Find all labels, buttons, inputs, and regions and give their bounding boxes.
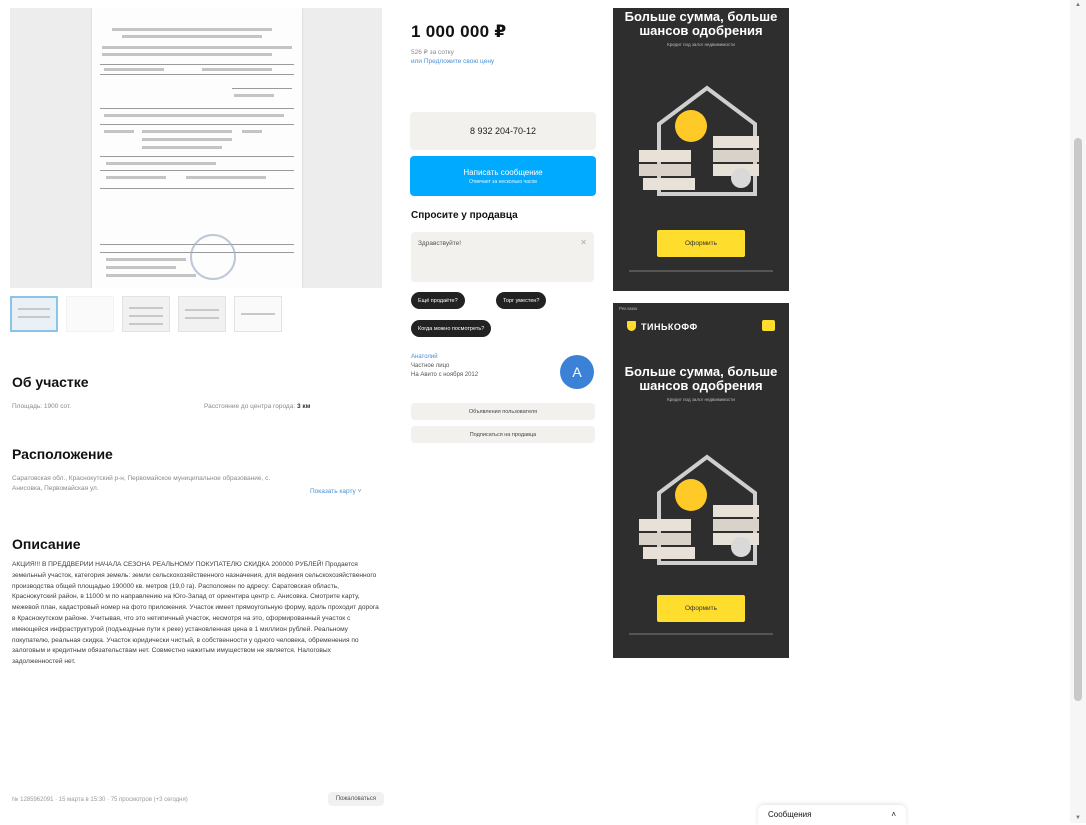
thumbnail[interactable]: [234, 296, 282, 332]
ad-banner[interactable]: Больше сумма, больше шансов одобрения Кр…: [613, 8, 789, 291]
badge-icon: [762, 320, 775, 331]
description-text: АКЦИЯ!!! В ПРЕДДВЕРИИ НАЧАЛА СЕЗОНА РЕАЛ…: [12, 561, 379, 666]
write-message-button[interactable]: Написать сообщение Отвечает за несколько…: [410, 156, 596, 196]
scroll-up-icon[interactable]: ▲: [1070, 2, 1086, 8]
thumbnail[interactable]: [122, 296, 170, 332]
ask-seller-input[interactable]: Здравствуйте! ✕: [411, 232, 594, 282]
photo-thumbnails: [10, 296, 282, 332]
about-section-title: Об участке: [12, 374, 89, 390]
seller-name-link[interactable]: Анатолий: [411, 354, 438, 360]
show-phone-button[interactable]: 8 932 204-70-12: [410, 112, 596, 150]
ad-headline: Больше сумма, больше шансов одобрения Кр…: [613, 365, 789, 403]
seller-type: Частное лицо: [411, 363, 450, 369]
ad-headline: Больше сумма, больше шансов одобрения Кр…: [613, 10, 789, 48]
tinkoff-shield-icon: [627, 321, 636, 331]
chevron-down-icon: ˅: [355, 488, 362, 495]
photo-gallery-main[interactable]: [10, 8, 382, 288]
address-text: Саратовская обл., Краснокутский р-н, Пер…: [12, 475, 271, 492]
subscribe-seller-button[interactable]: Подписаться на продавца: [411, 426, 595, 443]
distance-param: Расстояние до центра города: 3 км: [204, 403, 311, 410]
chevron-up-icon[interactable]: ˄: [891, 810, 896, 820]
ad-brand: ТИНЬКОФФ: [627, 321, 698, 332]
ad-cta-button[interactable]: Оформить: [657, 595, 745, 622]
thumbnail[interactable]: [178, 296, 226, 332]
ad-subtitle: Кредит под залог недвижимости: [667, 397, 735, 402]
document-photo: [92, 8, 302, 288]
complain-button[interactable]: Пожаловаться: [327, 792, 384, 806]
area-param: Площадь: 1900 сот.: [12, 403, 72, 410]
listing-meta: № 1285962091 · 15 марта в 15:30 · 75 про…: [12, 797, 188, 803]
write-message-label: Написать сообщение: [463, 167, 543, 177]
scrollbar-thumb[interactable]: [1074, 138, 1082, 701]
ad-illustration: [639, 454, 759, 565]
ask-input-value: Здравствуйте!: [418, 240, 462, 247]
close-icon[interactable]: ✕: [580, 238, 587, 247]
description-section-title: Описание: [12, 536, 81, 552]
ask-seller-title: Спросите у продавца: [411, 210, 518, 221]
thumbnail[interactable]: [66, 296, 114, 332]
ad-illustration: [639, 85, 759, 196]
listing-price: 1 000 000 ₽: [411, 22, 507, 41]
quick-question-chip[interactable]: Когда можно посмотреть?: [411, 320, 492, 337]
response-time-label: Отвечает за несколько часов: [469, 178, 537, 185]
avatar[interactable]: А: [560, 355, 594, 389]
messages-label: Сообщения: [768, 810, 812, 819]
ad-subtitle: Кредит под залог недвижимости: [667, 42, 735, 47]
show-map-link[interactable]: Показать карту ˅: [310, 488, 361, 495]
ad-cta-button[interactable]: Оформить: [657, 230, 745, 257]
scroll-down-icon[interactable]: ▼: [1070, 815, 1086, 821]
thumbnail[interactable]: [10, 296, 58, 332]
quick-question-chip[interactable]: Торг уместен?: [496, 292, 547, 309]
other-ads-button[interactable]: Объявления пользователя: [411, 403, 595, 420]
offer-price-link[interactable]: или Предложите свою цену: [411, 58, 494, 65]
ad-banner[interactable]: Реклама ТИНЬКОФФ Больше сумма, больше ша…: [613, 303, 789, 658]
price-per-unit: 526 ₽ за сотку: [411, 49, 454, 56]
ad-label: Реклама: [619, 306, 638, 311]
page-scrollbar[interactable]: ▲ ▼: [1070, 0, 1086, 823]
quick-question-chip[interactable]: Ещё продаёте?: [411, 292, 465, 309]
seller-since: На Авито с ноября 2012: [411, 372, 479, 378]
listing-footer: № 1285962091 · 15 марта в 15:30 · 75 про…: [12, 792, 384, 806]
messages-widget[interactable]: Сообщения ˄: [758, 805, 906, 825]
location-section-title: Расположение: [12, 446, 113, 462]
